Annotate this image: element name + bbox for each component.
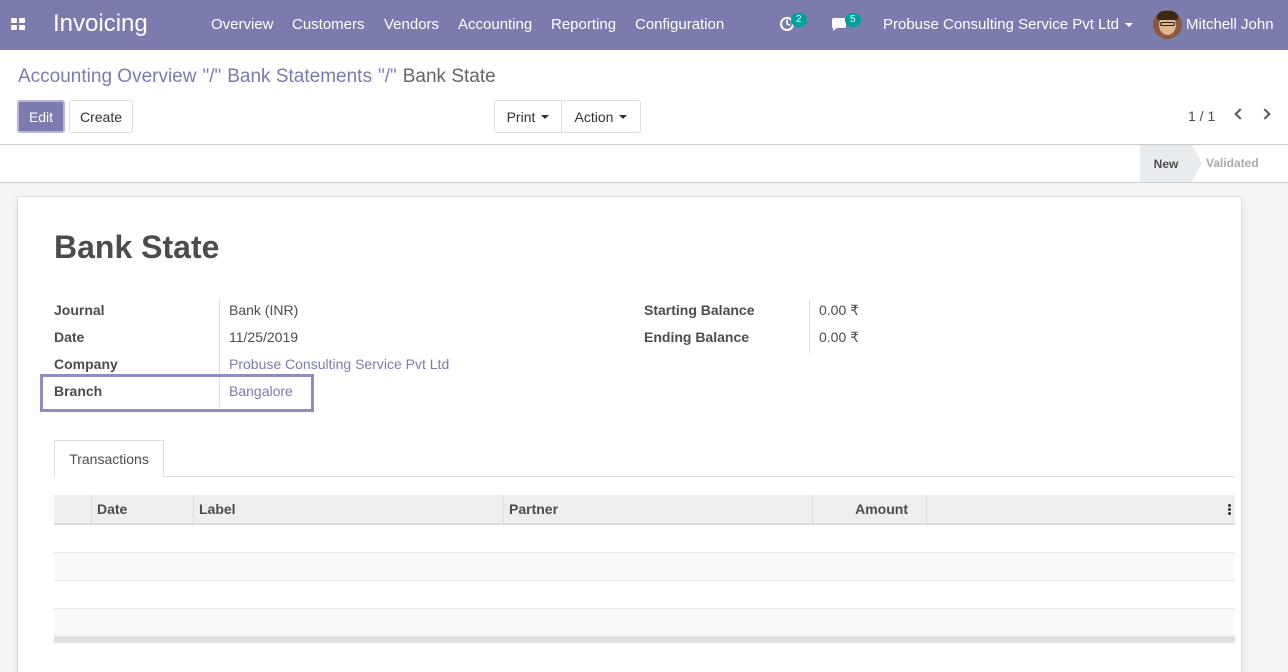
record-title: Bank State <box>54 229 220 265</box>
ending-balance-value: 0.00 ₹ <box>819 329 860 345</box>
caret-down-icon <box>541 114 550 119</box>
print-dropdown[interactable]: Print <box>494 100 562 133</box>
tab-transactions[interactable]: Transactions <box>54 440 164 477</box>
company-switcher[interactable]: Probuse Consulting Service Pvt Ltd <box>883 16 1133 33</box>
starting-balance-value: 0.00 ₹ <box>819 302 860 318</box>
caret-down-icon <box>619 114 628 119</box>
date-label: Date <box>54 329 85 345</box>
pager-value[interactable]: 1 / 1 <box>1188 108 1215 124</box>
breadcrumb-current: Bank State <box>402 66 496 87</box>
status-bar: New Validated <box>0 145 1288 183</box>
column-date[interactable]: Date <box>91 495 193 523</box>
table-row <box>54 553 1235 581</box>
company-link[interactable]: Probuse Consulting Service Pvt Ltd <box>229 356 449 372</box>
menu-reporting[interactable]: Reporting <box>551 16 616 33</box>
top-navbar: Invoicing Overview Customers Vendors Acc… <box>0 0 1288 50</box>
starting-balance-label: Starting Balance <box>644 302 755 318</box>
menu-accounting[interactable]: Accounting <box>458 16 532 33</box>
company-label: Company <box>54 356 118 372</box>
user-name[interactable]: Mitchell John <box>1186 16 1274 33</box>
pager-previous-icon[interactable] <box>1232 107 1248 123</box>
date-value: 11/25/2019 <box>229 329 299 345</box>
stage-validated[interactable]: Validated <box>1206 156 1259 170</box>
breadcrumb-bank-statements[interactable]: Bank Statements <box>227 66 372 87</box>
action-dropdown[interactable]: Action <box>561 100 641 133</box>
company-name: Probuse Consulting Service Pvt Ltd <box>883 16 1119 33</box>
stage-new[interactable]: New <box>1140 145 1202 182</box>
column-label[interactable]: Label <box>193 495 503 523</box>
optional-columns-icon[interactable] <box>1228 504 1231 516</box>
form-sheet: Bank State Journal Bank (INR) Date 11/25… <box>17 196 1242 672</box>
menu-overview[interactable]: Overview <box>211 16 274 33</box>
edit-button[interactable]: Edit <box>17 100 65 133</box>
breadcrumb-separator: "/" <box>202 66 222 87</box>
control-panel: Accounting Overview "/" Bank Statements "/"… <box>0 50 1288 145</box>
journal-label: Journal <box>54 302 105 318</box>
table-row <box>54 525 1235 553</box>
print-label: Print <box>506 108 536 125</box>
menu-configuration[interactable]: Configuration <box>635 16 724 33</box>
action-label: Action <box>574 108 614 125</box>
activity-count-badge: 2 <box>791 13 807 27</box>
create-button[interactable]: Create <box>69 100 133 133</box>
tab-underline <box>54 476 1235 477</box>
table-footer <box>54 637 1235 643</box>
table-header: Date Label Partner Amount <box>54 495 1235 525</box>
transactions-table: Date Label Partner Amount <box>54 495 1235 643</box>
table-row <box>54 609 1235 637</box>
caret-down-icon <box>1124 23 1133 28</box>
breadcrumb-accounting-overview[interactable]: Accounting Overview <box>18 66 196 87</box>
field-divider <box>809 299 810 353</box>
user-avatar[interactable] <box>1153 10 1182 39</box>
table-row <box>54 581 1235 609</box>
column-partner[interactable]: Partner <box>503 495 812 523</box>
branch-highlight-box <box>40 374 314 412</box>
messages-count-badge: 5 <box>845 13 861 27</box>
menu-vendors[interactable]: Vendors <box>384 16 439 33</box>
menu-customers[interactable]: Customers <box>292 16 365 33</box>
column-amount[interactable]: Amount <box>812 495 926 523</box>
journal-value: Bank (INR) <box>229 302 299 318</box>
app-title: Invoicing <box>53 10 148 37</box>
breadcrumb-separator: "/" <box>377 66 397 87</box>
pager-next-icon[interactable] <box>1259 107 1275 123</box>
breadcrumb: Accounting Overview "/" Bank Statements "/"… <box>18 66 496 88</box>
apps-menu-icon[interactable] <box>11 18 25 32</box>
ending-balance-label: Ending Balance <box>644 329 750 345</box>
column-filler <box>926 495 1235 523</box>
